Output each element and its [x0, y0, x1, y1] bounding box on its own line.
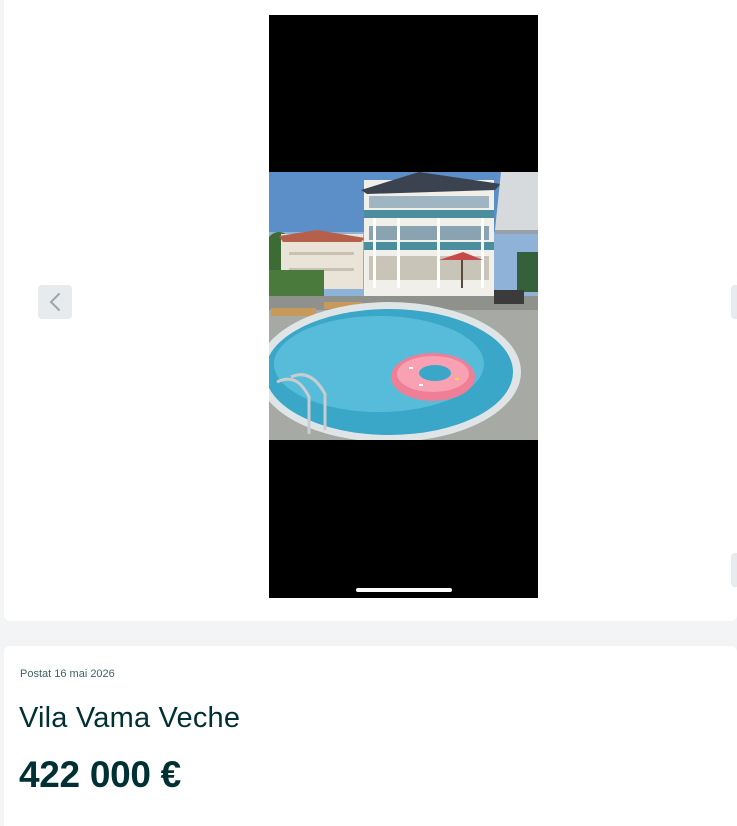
- next-photo-button-edge[interactable]: [731, 553, 737, 587]
- chevron-left-icon: [49, 293, 60, 311]
- listing-details: Postat 16 mai 2026 Vila Vama Veche 422 0…: [4, 646, 737, 826]
- listing-title: Vila Vama Veche: [19, 702, 241, 734]
- posted-date: Postat 16 mai 2026: [20, 668, 115, 680]
- next-photo-button[interactable]: [731, 285, 737, 319]
- villa-pool-photo: [269, 172, 538, 440]
- previous-photo-button[interactable]: [38, 285, 72, 319]
- listing-price: 422 000 €: [19, 754, 181, 795]
- listing-photo[interactable]: [269, 15, 538, 598]
- home-indicator: [356, 588, 452, 592]
- photo-gallery: [4, 0, 737, 621]
